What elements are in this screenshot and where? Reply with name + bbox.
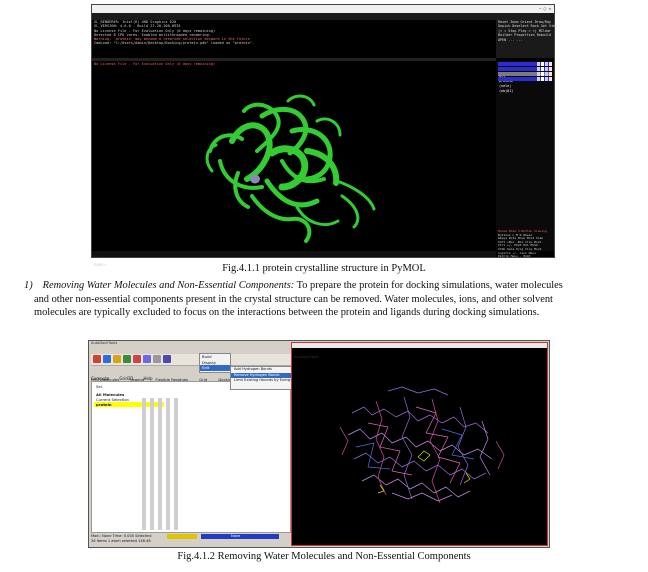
molecule-icon[interactable] bbox=[143, 355, 151, 363]
protein-wireframe bbox=[339, 386, 505, 504]
object-name: (sele) bbox=[499, 84, 512, 88]
dashboard-header: Sel. bbox=[96, 384, 104, 389]
object-row-obj01[interactable]: (obj01) bbox=[498, 77, 552, 93]
column-stripe bbox=[142, 398, 146, 530]
open-icon[interactable] bbox=[93, 355, 101, 363]
autodocktools-screenshot: AutoDockTools File 3D Graphics Edit Sele… bbox=[88, 340, 550, 548]
object-row-all[interactable]: all bbox=[498, 62, 552, 78]
dropdown-item-edit[interactable]: Edit bbox=[200, 365, 230, 371]
console-line: CmdLoad: "C:/Users/Admin/Desktop/Docking… bbox=[94, 41, 255, 46]
pymol-screenshot: PyMOL — ▢ ✕ File Edit Build Movie Displa… bbox=[91, 4, 557, 267]
dashboard-row-protein[interactable]: protein bbox=[96, 402, 112, 407]
object-row-sele[interactable]: (sele) bbox=[498, 72, 552, 88]
pymol-console: GL_RENDERER: Intel(R) UHD Graphics 620 G… bbox=[92, 20, 496, 58]
pencil-icon[interactable] bbox=[123, 355, 131, 363]
window-controls[interactable]: — ▢ ✕ bbox=[539, 5, 551, 13]
save-icon[interactable] bbox=[103, 355, 111, 363]
paragraph-text: molecules are typically excluded to focu… bbox=[34, 307, 540, 319]
pymol-prompt[interactable]: PyMOL> bbox=[92, 251, 496, 267]
figure-caption-1: Fig.4.1.1 protein crystalline structure … bbox=[222, 263, 426, 274]
status-line: 26 items 1 atom selected 148.48 bbox=[91, 539, 151, 543]
column-stripe bbox=[166, 398, 170, 530]
paragraph-lead: Removing Water Molecules and Non-Essenti… bbox=[42, 280, 295, 291]
paragraph-first-line: 1) Removing Water Molecules and Non-Essen… bbox=[10, 279, 638, 293]
body-paragraph: 1) Removing Water Molecules and Non-Essen… bbox=[10, 279, 638, 320]
paragraph-text: and other non-essential components prese… bbox=[34, 293, 553, 305]
pymol-titlebar: PyMOL — ▢ ✕ bbox=[92, 5, 554, 21]
adt-window-title: AutoDockTools bbox=[91, 341, 118, 345]
submenu-limit-hbonds[interactable]: Limit Existing Hbonds by Energy bbox=[231, 378, 293, 384]
column-stripe bbox=[150, 398, 154, 530]
pymol-3d-viewport[interactable] bbox=[92, 61, 496, 251]
mouse-mode-help: Mouse Mode 3-Button Viewing Buttons L M … bbox=[496, 229, 554, 260]
hydrogens-submenu: Add Hydrogen Bonds Remove Hydrogen Bonds… bbox=[230, 366, 294, 390]
pymol-control-panel: Reset Zoom Orient Draw/Ray Unpick Desele… bbox=[496, 20, 557, 58]
list-number: 1) bbox=[24, 280, 33, 291]
column-stripe bbox=[174, 398, 178, 530]
display-icon[interactable] bbox=[163, 355, 171, 363]
adt-menubar: File 3D Graphics Edit Select Display Col… bbox=[91, 346, 291, 381]
object-row-protein[interactable]: protein bbox=[498, 67, 552, 83]
protein-cartoon bbox=[205, 94, 376, 243]
object-name: (obj01) bbox=[499, 89, 514, 93]
mouse-help-line: DblClk Menu - PkAt bbox=[498, 254, 531, 259]
color-icon[interactable] bbox=[133, 355, 141, 363]
column-stripe bbox=[158, 398, 162, 530]
adt-3d-viewer[interactable] bbox=[291, 342, 548, 546]
metal-ion bbox=[250, 174, 260, 184]
adt-dashboard: Sel. All Molecules Current Selection pro… bbox=[91, 381, 291, 533]
viewer-title: AutoDockTools bbox=[294, 355, 319, 359]
viewport-license-message: No License File - For Evaluation Only (0… bbox=[94, 62, 216, 66]
control-row[interactable]: Builder Properties Rebuild bbox=[496, 33, 554, 37]
pymol-menubar: File Edit Build Movie Display Setting Sc… bbox=[92, 13, 554, 29]
figure-caption-2: Fig.4.1.2 Removing Water Molecules and N… bbox=[177, 551, 471, 562]
edit-dropdown-menu: Build Display Edit bbox=[199, 353, 231, 373]
undo-icon[interactable] bbox=[153, 355, 161, 363]
adt-toolbar bbox=[91, 354, 291, 366]
adt-status-bar: Mod.: None Time: 0.000 Selected: 26 item… bbox=[91, 534, 289, 546]
folder-icon[interactable] bbox=[113, 355, 121, 363]
control-row[interactable]: OPEN ... ... bbox=[496, 38, 554, 42]
adt-viewer-titlebar: AutoDockTools bbox=[292, 343, 547, 359]
paragraph-text: To prepare the protein for docking simul… bbox=[294, 280, 563, 291]
